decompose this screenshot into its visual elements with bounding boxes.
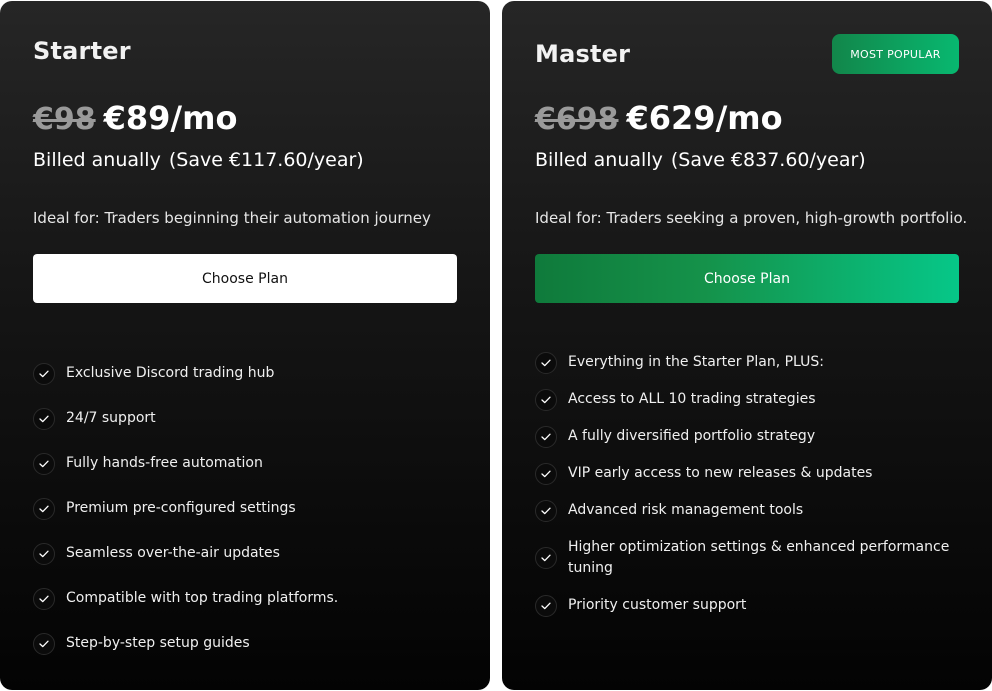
feature-item: Fully hands-free automation [33, 441, 463, 486]
feature-item: Priority customer support [535, 587, 965, 624]
billing-label: Billed anually [535, 149, 663, 171]
most-popular-badge: MOST POPULAR [832, 34, 959, 74]
old-price: €698 [535, 102, 619, 137]
feature-text: 24/7 support [66, 410, 156, 426]
new-price: €629/mo [626, 99, 783, 137]
feature-item: Higher optimization settings & enhanced … [535, 529, 965, 587]
feature-text: Seamless over-the-air updates [66, 545, 280, 561]
feature-item: Everything in the Starter Plan, PLUS: [535, 344, 965, 381]
feature-text: Fully hands-free automation [66, 455, 263, 471]
plan-name: Starter [33, 37, 131, 65]
choose-plan-button[interactable]: Choose Plan [33, 254, 457, 303]
new-price: €89/mo [103, 99, 238, 137]
billing-info: Billed anually (Save €837.60/year) [535, 149, 866, 171]
billing-label: Billed anually [33, 149, 161, 171]
feature-item: Step-by-step setup guides [33, 621, 463, 666]
feature-item: Exclusive Discord trading hub [33, 351, 463, 396]
ideal-for-text: Ideal for: Traders beginning their autom… [33, 209, 431, 227]
check-icon [535, 462, 557, 485]
choose-plan-button[interactable]: Choose Plan [535, 254, 959, 303]
feature-item: VIP early access to new releases & updat… [535, 455, 965, 492]
feature-text: Higher optimization settings & enhanced … [568, 539, 950, 576]
check-icon [33, 452, 55, 475]
feature-text: Everything in the Starter Plan, PLUS: [568, 354, 824, 370]
check-icon [33, 632, 55, 655]
check-icon [535, 351, 557, 374]
ideal-for-text: Ideal for: Traders seeking a proven, hig… [535, 209, 968, 227]
feature-item: Compatible with top trading platforms. [33, 576, 463, 621]
feature-list: Everything in the Starter Plan, PLUS: Ac… [535, 344, 965, 624]
feature-text: Step-by-step setup guides [66, 635, 250, 651]
feature-item: Access to ALL 10 trading strategies [535, 381, 965, 418]
feature-text: Exclusive Discord trading hub [66, 365, 275, 381]
check-icon [535, 425, 557, 448]
feature-item: 24/7 support [33, 396, 463, 441]
feature-item: Advanced risk management tools [535, 492, 965, 529]
savings-text: (Save €117.60/year) [168, 149, 364, 171]
check-icon [33, 497, 55, 520]
price-row: €698 €629/mo [535, 99, 783, 137]
feature-list: Exclusive Discord trading hub 24/7 suppo… [33, 351, 463, 666]
feature-text: A fully diversified portfolio strategy [568, 428, 816, 444]
plan-name: Master [535, 40, 631, 68]
feature-item: Premium pre-configured settings [33, 486, 463, 531]
check-icon [33, 542, 55, 565]
check-icon [535, 547, 557, 569]
check-icon [535, 594, 557, 617]
savings-text: (Save €837.60/year) [670, 149, 866, 171]
feature-text: Priority customer support [568, 597, 747, 613]
price-row: €98 €89/mo [33, 99, 237, 137]
check-icon [33, 362, 55, 385]
feature-text: Access to ALL 10 trading strategies [568, 391, 816, 407]
feature-text: Premium pre-configured settings [66, 500, 296, 516]
plan-card-master: Master MOST POPULAR €698 €629/mo Billed … [502, 1, 992, 690]
old-price: €98 [33, 102, 96, 137]
feature-text: VIP early access to new releases & updat… [568, 465, 873, 481]
feature-item: Seamless over-the-air updates [33, 531, 463, 576]
check-icon [535, 388, 557, 411]
feature-text: Compatible with top trading platforms. [66, 590, 339, 606]
check-icon [33, 407, 55, 430]
billing-info: Billed anually (Save €117.60/year) [33, 149, 364, 171]
plan-card-starter: Starter €98 €89/mo Billed anually (Save €… [0, 1, 490, 690]
check-icon [33, 587, 55, 610]
feature-item: A fully diversified portfolio strategy [535, 418, 965, 455]
feature-text: Advanced risk management tools [568, 502, 804, 518]
check-icon [535, 499, 557, 522]
